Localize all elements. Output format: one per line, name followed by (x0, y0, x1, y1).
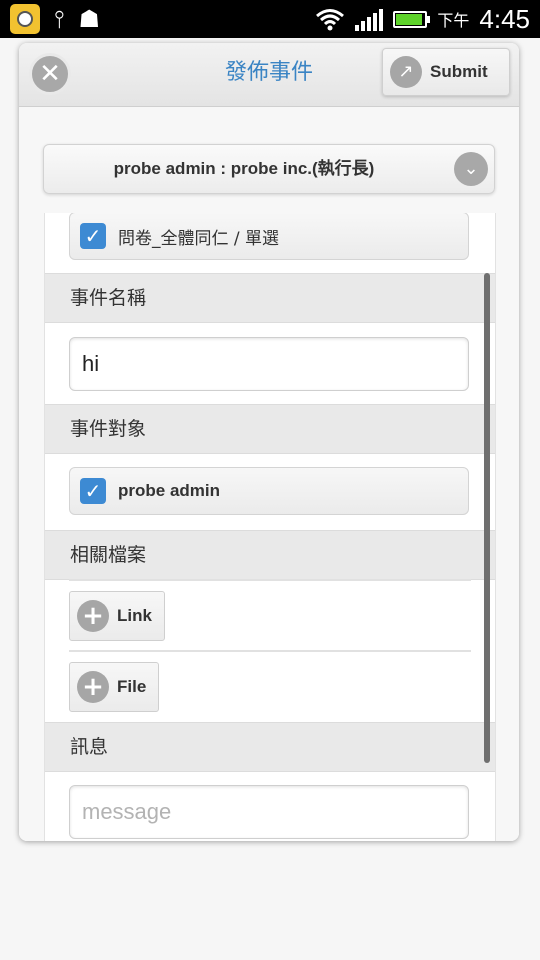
close-icon: ✕ (39, 59, 61, 89)
divider (69, 579, 471, 581)
survey-option-label: 問卷_全體同仁 / 單選 (118, 228, 280, 249)
signal-icon (355, 7, 384, 31)
checkbox-checked-icon[interactable]: ✓ (80, 223, 106, 249)
android-debug-icon: ☗ (78, 5, 100, 33)
add-file-label: File (117, 677, 147, 696)
share-icon: ↗ (390, 56, 422, 88)
dialog-content: probe admin : probe inc.(執行長) ⌄ ✓ 問卷_全體同… (19, 107, 519, 841)
event-target-option[interactable]: ✓ probe admin (69, 467, 469, 515)
system-icons: 下午 4:45 (315, 0, 530, 38)
checkbox-checked-icon[interactable]: ✓ (80, 478, 106, 504)
wifi-icon (316, 9, 345, 31)
publish-event-dialog: 發佈事件 ✕ ↗ Submit probe admin : probe inc.… (19, 43, 519, 841)
event-name-input[interactable]: hi (69, 337, 469, 391)
clock-time: 4:45 (479, 3, 530, 34)
submit-button[interactable]: ↗ Submit (382, 48, 510, 96)
notification-icons: ⫯ ☗ (10, 4, 100, 34)
form-panel[interactable]: ✓ 問卷_全體同仁 / 單選 事件名稱 hi 事件對象 ✓ probe admi… (44, 213, 496, 841)
plus-icon: + (77, 600, 109, 632)
account-select[interactable]: probe admin : probe inc.(執行長) ⌄ (43, 144, 495, 194)
add-link-button[interactable]: + Link (69, 591, 165, 641)
usb-icon: ⫯ (54, 5, 65, 33)
account-select-value: probe admin : probe inc.(執行長) (113, 159, 375, 178)
add-link-label: Link (117, 606, 152, 625)
submit-label: Submit (430, 62, 488, 81)
event-name-header: 事件名稱 (45, 273, 495, 323)
clock-ampm: 下午 (437, 11, 470, 30)
message-input[interactable]: message (69, 785, 469, 839)
add-file-button[interactable]: + File (69, 662, 160, 712)
survey-option[interactable]: ✓ 問卷_全體同仁 / 單選 (69, 213, 469, 260)
event-target-header: 事件對象 (45, 404, 495, 454)
chevron-down-icon: ⌄ (454, 152, 488, 186)
battery-charging-icon (393, 10, 431, 28)
app-camera-icon (10, 4, 40, 34)
dialog-header: 發佈事件 ✕ ↗ Submit (19, 43, 519, 107)
message-header: 訊息 (45, 722, 495, 772)
divider (69, 650, 471, 652)
plus-icon: + (77, 671, 109, 703)
event-target-option-label: probe admin (118, 481, 221, 500)
close-button[interactable]: ✕ (29, 53, 71, 95)
status-bar: ⫯ ☗ 下午 4:45 (0, 0, 540, 38)
related-files-header: 相關檔案 (45, 530, 495, 580)
scrollbar[interactable] (484, 273, 490, 763)
